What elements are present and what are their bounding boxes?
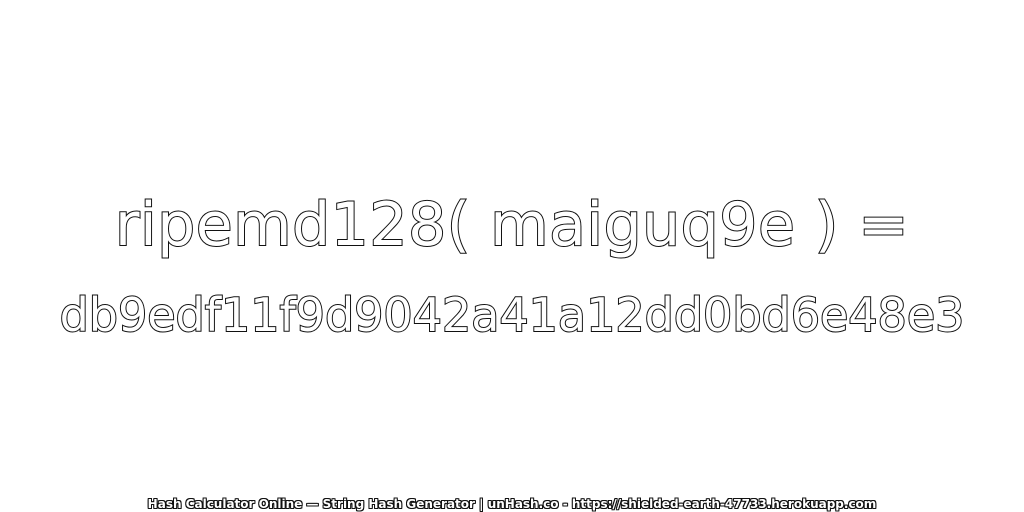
hash-expression: ripemd128( maiguq9e ) = <box>114 189 910 261</box>
hash-result: db9edf11f9d9042a41a12dd0bd6e48e3 <box>59 287 966 343</box>
footer-caption: Hash Calculator Online — String Hash Gen… <box>147 497 877 511</box>
